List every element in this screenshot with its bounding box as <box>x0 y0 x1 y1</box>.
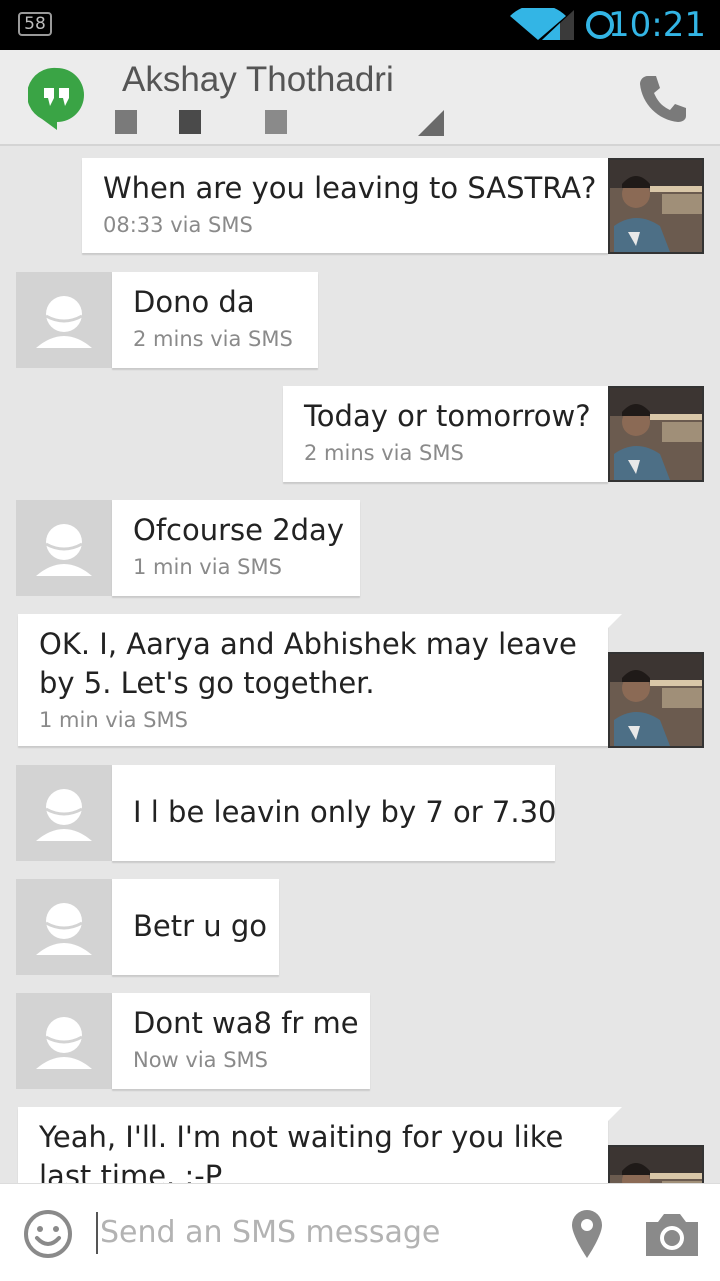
message-text: Dono da <box>133 285 255 319</box>
message-timestamp: Now via SMS <box>133 1048 268 1072</box>
text-cursor <box>96 1212 98 1254</box>
action-bar: Akshay Thothadri <box>0 50 720 146</box>
default-person-icon <box>36 296 92 348</box>
message-text: Today or tomorrow? <box>304 399 591 433</box>
contact-avatar[interactable] <box>16 993 112 1089</box>
bubble-tail <box>608 614 622 628</box>
self-avatar[interactable] <box>608 652 704 748</box>
location-icon[interactable] <box>570 1208 604 1260</box>
message-text: I l be leavin only by 7 or 7.30 <box>133 795 557 829</box>
bubble-tail <box>98 500 112 514</box>
phone-icon[interactable] <box>636 72 690 126</box>
self-avatar[interactable] <box>608 386 704 482</box>
message-text: When are you leaving to SASTRA? <box>103 171 597 205</box>
message-timestamp: 2 mins via SMS <box>133 327 293 351</box>
notification-count-badge: 58 <box>18 12 52 36</box>
camera-icon[interactable] <box>644 1210 700 1258</box>
compose-bar <box>0 1183 720 1281</box>
bubble-tail <box>98 993 112 1007</box>
signal-icon <box>542 10 574 40</box>
bubble-tail <box>608 1107 622 1121</box>
default-person-icon <box>36 524 92 576</box>
message-timestamp: 2 mins via SMS <box>304 441 464 465</box>
bubble-tail <box>98 879 112 893</box>
message-text-line-1: Yeah, I'll. I'm not waiting for you like <box>39 1120 564 1154</box>
default-person-icon <box>36 789 92 841</box>
dropdown-triangle-icon[interactable] <box>418 110 444 136</box>
emoji-icon[interactable] <box>22 1208 74 1260</box>
self-avatar-photo <box>610 388 702 480</box>
contact-avatar[interactable] <box>16 765 112 861</box>
message-text: Betr u go <box>133 909 267 943</box>
self-avatar[interactable] <box>608 158 704 254</box>
message-timestamp: 1 min via SMS <box>39 708 188 732</box>
message-timestamp: 1 min via SMS <box>133 555 282 579</box>
self-avatar-photo <box>610 160 702 252</box>
message-text: Dont wa8 fr me <box>133 1006 359 1040</box>
default-person-icon <box>36 1017 92 1069</box>
bubble-tail <box>98 765 112 779</box>
message-text: Ofcourse 2day <box>133 513 344 547</box>
contact-name[interactable]: Akshay Thothadri <box>122 60 394 100</box>
bubble-tail <box>98 272 112 286</box>
contact-avatar[interactable] <box>16 500 112 596</box>
contact-avatar[interactable] <box>16 879 112 975</box>
status-bar: 58 10:21 <box>0 0 720 50</box>
hangouts-logo-icon[interactable] <box>28 66 86 130</box>
status-clock: 10:21 <box>608 5 706 45</box>
contact-avatar[interactable] <box>16 272 112 368</box>
message-input[interactable] <box>100 1210 540 1254</box>
message-text-line-1: OK. I, Aarya and Abhishek may leave <box>39 627 577 661</box>
message-text-line-2: by 5. Let's go together. <box>39 666 375 700</box>
default-person-icon <box>36 903 92 955</box>
message-timestamp: 08:33 via SMS <box>103 213 253 237</box>
self-avatar-photo <box>610 654 702 746</box>
